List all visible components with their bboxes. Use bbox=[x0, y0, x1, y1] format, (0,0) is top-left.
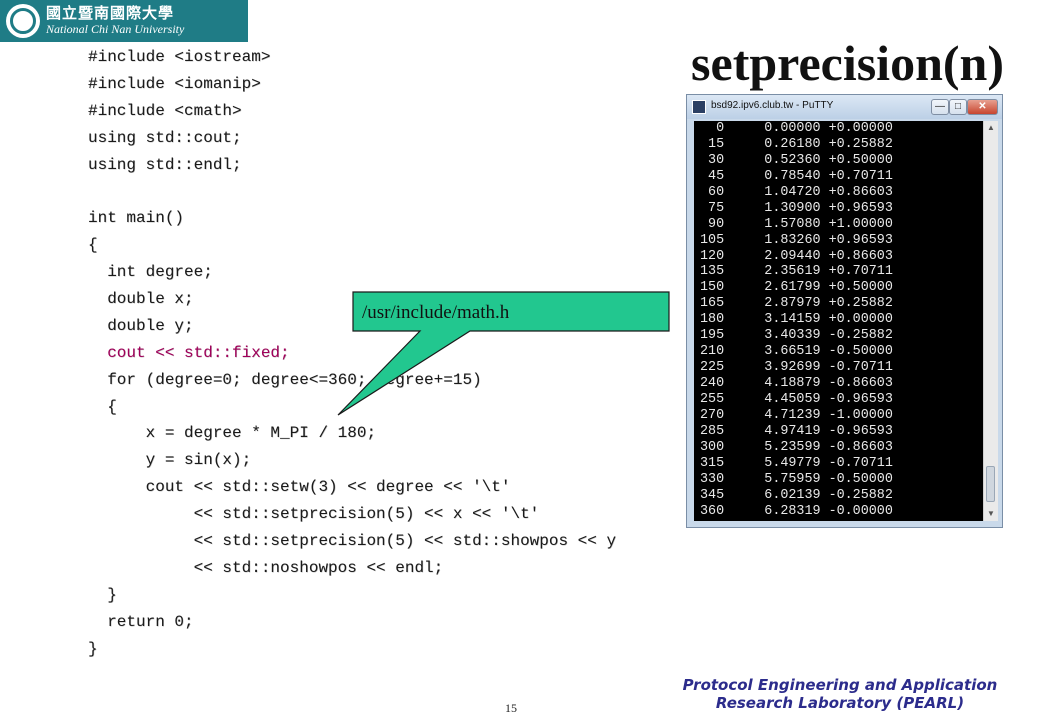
code-line: << std::setprecision(5) << x << '\t' bbox=[88, 505, 540, 524]
code-line: using std::cout; bbox=[88, 128, 242, 147]
putty-titlebar[interactable]: bsd92.ipv6.club.tw - PuTTY — □ ✕ bbox=[687, 95, 1002, 119]
code-line: for (degree=0; degree<=360; degree+=15) bbox=[88, 370, 482, 389]
lab-name-line-1: Protocol Engineering and Application bbox=[682, 676, 998, 694]
terminal-line: 105 1.83260 +0.96593 bbox=[700, 232, 893, 248]
terminal-line: 210 3.66519 -0.50000 bbox=[700, 344, 893, 360]
code-line: int degree; bbox=[88, 263, 213, 282]
code-listing: #include <iostream> #include <iomanip> #… bbox=[88, 44, 616, 662]
terminal-line: 120 2.09440 +0.86603 bbox=[700, 248, 893, 264]
terminal-line: 90 1.57080 +1.00000 bbox=[700, 216, 893, 232]
terminal-line: 45 0.78540 +0.70711 bbox=[700, 168, 893, 184]
terminal-line: 330 5.75959 -0.50000 bbox=[700, 471, 893, 487]
terminal-line: 150 2.61799 +0.50000 bbox=[700, 280, 893, 296]
scroll-up-arrow-icon[interactable]: ▲ bbox=[984, 121, 998, 135]
code-line: int main() bbox=[88, 209, 185, 228]
terminal-line: 195 3.40339 -0.25882 bbox=[700, 328, 893, 344]
code-line: cout << std::setw(3) << degree << '\t' bbox=[88, 478, 511, 497]
slide-title: setprecision(n) bbox=[691, 35, 1004, 91]
terminal-line: 270 4.71239 -1.00000 bbox=[700, 407, 893, 423]
university-logo: 國立暨南國際大學 National Chi Nan University bbox=[0, 0, 248, 42]
terminal-line: 60 1.04720 +0.86603 bbox=[700, 184, 893, 200]
terminal-line: 180 3.14159 +0.00000 bbox=[700, 312, 893, 328]
university-name-english: National Chi Nan University bbox=[46, 21, 185, 36]
code-line: y = sin(x); bbox=[88, 451, 252, 470]
terminal-line: 225 3.92699 -0.70711 bbox=[700, 360, 893, 376]
scrollbar-thumb[interactable] bbox=[986, 466, 995, 502]
terminal-line: 315 5.49779 -0.70711 bbox=[700, 455, 893, 471]
code-line: << std::setprecision(5) << std::showpos … bbox=[88, 532, 617, 551]
code-line: x = degree * M_PI / 180; bbox=[88, 424, 377, 443]
lab-footer: Protocol Engineering and Application Res… bbox=[640, 676, 1040, 712]
code-line: double y; bbox=[88, 316, 194, 335]
code-line: #include <iostream> bbox=[88, 48, 271, 66]
university-emblem-icon bbox=[6, 4, 40, 38]
terminal-line: 300 5.23599 -0.86603 bbox=[700, 439, 893, 455]
lab-name-line-2: Research Laboratory (PEARL) bbox=[715, 694, 965, 712]
code-line: { bbox=[88, 397, 117, 416]
code-line: #include <cmath> bbox=[88, 101, 242, 120]
code-line: return 0; bbox=[88, 612, 194, 631]
university-name-chinese: 國立暨南國際大學 bbox=[46, 4, 175, 23]
terminal-line: 0 0.00000 +0.00000 bbox=[700, 121, 893, 136]
putty-app-icon bbox=[692, 100, 706, 114]
code-line: } bbox=[88, 639, 98, 658]
code-line: double x; bbox=[88, 290, 194, 309]
terminal-output[interactable]: 0 0.00000 +0.00000 15 0.26180 +0.25882 3… bbox=[694, 121, 983, 521]
code-line: << std::noshowpos << endl; bbox=[88, 558, 444, 577]
minimize-button[interactable]: — bbox=[931, 99, 949, 115]
putty-window-title: bsd92.ipv6.club.tw - PuTTY bbox=[711, 100, 834, 111]
terminal-line: 165 2.87979 +0.25882 bbox=[700, 296, 893, 312]
terminal-scrollbar[interactable]: ▲ ▼ bbox=[983, 121, 998, 521]
callout-text: /usr/include/math.h bbox=[362, 302, 510, 323]
terminal-line: 285 4.97419 -0.96593 bbox=[700, 423, 893, 439]
page-number: 15 bbox=[505, 701, 517, 715]
scroll-down-arrow-icon[interactable]: ▼ bbox=[984, 507, 998, 521]
terminal-line: 360 6.28319 -0.00000 bbox=[700, 503, 893, 519]
terminal-line: 135 2.35619 +0.70711 bbox=[700, 264, 893, 280]
putty-window: bsd92.ipv6.club.tw - PuTTY — □ ✕ 0 0.000… bbox=[686, 94, 1003, 528]
terminal-line: 255 4.45059 -0.96593 bbox=[700, 391, 893, 407]
terminal-line: 345 6.02139 -0.25882 bbox=[700, 487, 893, 503]
terminal-line: 75 1.30900 +0.96593 bbox=[700, 200, 893, 216]
code-line: cout << std::fixed; bbox=[88, 343, 290, 362]
close-button[interactable]: ✕ bbox=[967, 99, 998, 115]
terminal-line: 240 4.18879 -0.86603 bbox=[700, 376, 893, 391]
code-line: using std::endl; bbox=[88, 155, 242, 174]
maximize-button[interactable]: □ bbox=[949, 99, 967, 115]
code-line: } bbox=[88, 585, 117, 604]
code-line: #include <iomanip> bbox=[88, 74, 261, 93]
terminal-line: 15 0.26180 +0.25882 bbox=[700, 136, 893, 152]
code-line: { bbox=[88, 236, 98, 255]
terminal-line: 30 0.52360 +0.50000 bbox=[700, 152, 893, 168]
